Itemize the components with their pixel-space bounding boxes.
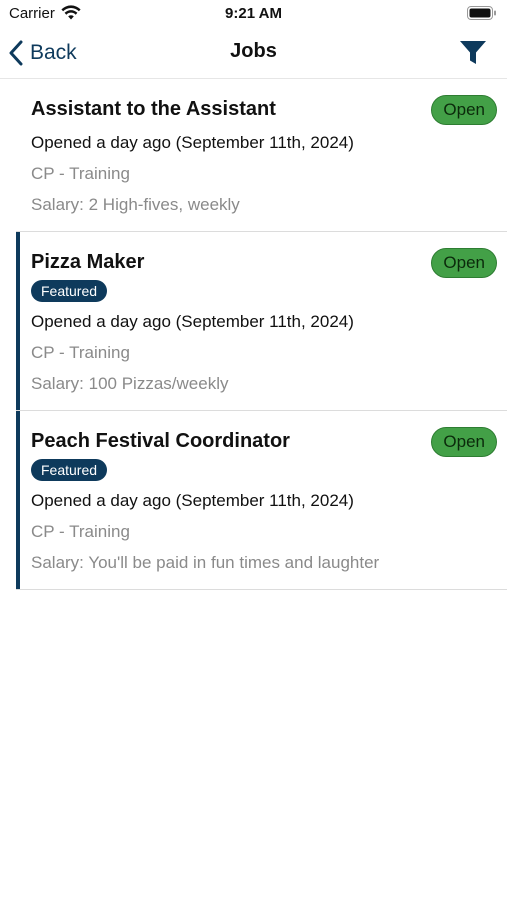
opened-date: Opened a day ago (September 11th, 2024): [31, 312, 354, 331]
salary: Salary: 2 High-fives, weekly: [31, 195, 240, 214]
status-badge: Open: [431, 248, 497, 278]
job-card[interactable]: Peach Festival Coordinator Open Featured…: [16, 411, 507, 590]
filter-icon[interactable]: [459, 40, 487, 66]
salary: Salary: You'll be paid in fun times and …: [31, 553, 380, 572]
job-title: Assistant to the Assistant: [31, 98, 276, 120]
navigation-bar: Back Jobs: [0, 28, 507, 79]
job-list: Assistant to the Assistant Open Opened a…: [0, 79, 507, 590]
featured-badge: Featured: [31, 280, 108, 302]
job-card[interactable]: Assistant to the Assistant Open Opened a…: [16, 79, 507, 232]
opened-date: Opened a day ago (September 11th, 2024): [31, 491, 354, 510]
department: CP - Training: [31, 343, 130, 362]
job-title: Peach Festival Coordinator: [31, 430, 290, 452]
salary: Salary: 100 Pizzas/weekly: [31, 374, 229, 393]
featured-badge: Featured: [31, 459, 108, 481]
status-badge: Open: [431, 427, 497, 457]
department: CP - Training: [31, 522, 130, 541]
page-title: Jobs: [230, 40, 277, 62]
opened-date: Opened a day ago (September 11th, 2024): [31, 133, 354, 152]
job-card[interactable]: Pizza Maker Open Featured Opened a day a…: [16, 232, 507, 411]
battery-icon: [467, 6, 496, 20]
clock: 9:21 AM: [225, 5, 282, 22]
department: CP - Training: [31, 164, 130, 183]
job-title: Pizza Maker: [31, 251, 145, 273]
status-bar: Carrier 9:21 AM: [0, 0, 507, 28]
status-badge: Open: [431, 95, 497, 125]
